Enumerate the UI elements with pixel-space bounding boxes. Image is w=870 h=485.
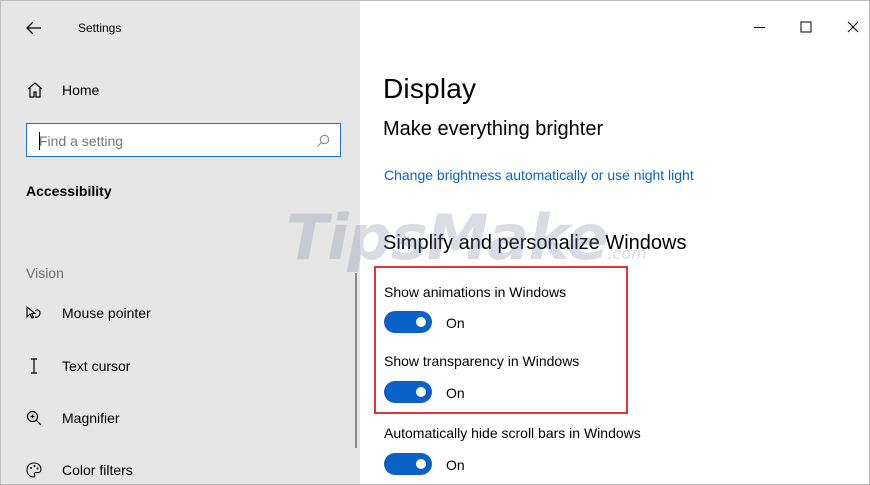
search-input[interactable] bbox=[39, 132, 299, 150]
back-button[interactable] bbox=[21, 15, 47, 41]
minimize-icon bbox=[754, 27, 765, 28]
hide-scrollbars-toggle[interactable] bbox=[384, 453, 432, 475]
settings-window: Settings Home Accessibility Vision Mouse… bbox=[0, 0, 870, 485]
text-cursor-icon bbox=[31, 358, 37, 374]
main-content: Display Make everything brighter Change … bbox=[360, 1, 869, 484]
back-arrow-icon bbox=[26, 21, 41, 35]
toggle-knob bbox=[416, 387, 426, 397]
sidebar-item-text-cursor[interactable]: Text cursor bbox=[1, 346, 351, 386]
home-label: Home bbox=[62, 82, 100, 98]
sidebar-item-label: Mouse pointer bbox=[62, 305, 151, 321]
maximize-button[interactable] bbox=[794, 15, 818, 39]
sidebar-item-label: Magnifier bbox=[62, 410, 120, 426]
maximize-icon bbox=[800, 21, 812, 33]
animations-toggle[interactable] bbox=[384, 311, 432, 333]
toggle-state-label: On bbox=[446, 385, 465, 401]
setting-label-hide-scrollbars: Automatically hide scroll bars in Window… bbox=[384, 425, 641, 441]
section-title: Accessibility bbox=[26, 183, 112, 199]
page-title: Display bbox=[383, 73, 477, 104]
setting-label-transparency: Show transparency in Windows bbox=[384, 353, 580, 369]
sidebar-item-label: Text cursor bbox=[62, 358, 131, 374]
transparency-toggle[interactable] bbox=[384, 381, 432, 403]
search-icon[interactable] bbox=[316, 134, 330, 148]
minimize-button[interactable] bbox=[748, 15, 772, 39]
brightness-settings-link[interactable]: Change brightness automatically or use n… bbox=[384, 167, 694, 183]
close-button[interactable] bbox=[841, 15, 865, 39]
close-icon bbox=[847, 21, 859, 33]
search-box[interactable] bbox=[26, 123, 341, 157]
toggle-knob bbox=[416, 317, 426, 327]
sidebar-item-label: Color filters bbox=[62, 462, 133, 478]
home-icon bbox=[27, 82, 43, 98]
subheading-brightness: Make everything brighter bbox=[383, 118, 604, 140]
sidebar-item-color-filters[interactable]: Color filters bbox=[1, 450, 351, 484]
sidebar-item-magnifier[interactable]: Magnifier bbox=[1, 398, 351, 438]
toggle-state-label: On bbox=[446, 457, 465, 473]
toggle-knob bbox=[416, 459, 426, 469]
setting-label-animations: Show animations in Windows bbox=[384, 284, 567, 300]
text-caret bbox=[39, 132, 40, 150]
toggle-state-label: On bbox=[446, 315, 465, 331]
group-title-vision: Vision bbox=[26, 265, 64, 281]
app-title: Settings bbox=[78, 21, 122, 35]
magnifier-icon bbox=[26, 410, 42, 426]
mouse-pointer-icon bbox=[26, 305, 41, 319]
sidebar-item-mouse-pointer[interactable]: Mouse pointer bbox=[1, 293, 351, 333]
sidebar-scrollbar[interactable] bbox=[355, 273, 357, 448]
sidebar-item-home[interactable]: Home bbox=[1, 71, 360, 109]
sidebar: Settings Home Accessibility Vision Mouse… bbox=[1, 1, 360, 484]
subheading-simplify: Simplify and personalize Windows bbox=[383, 232, 687, 254]
color-filters-icon bbox=[26, 462, 42, 478]
